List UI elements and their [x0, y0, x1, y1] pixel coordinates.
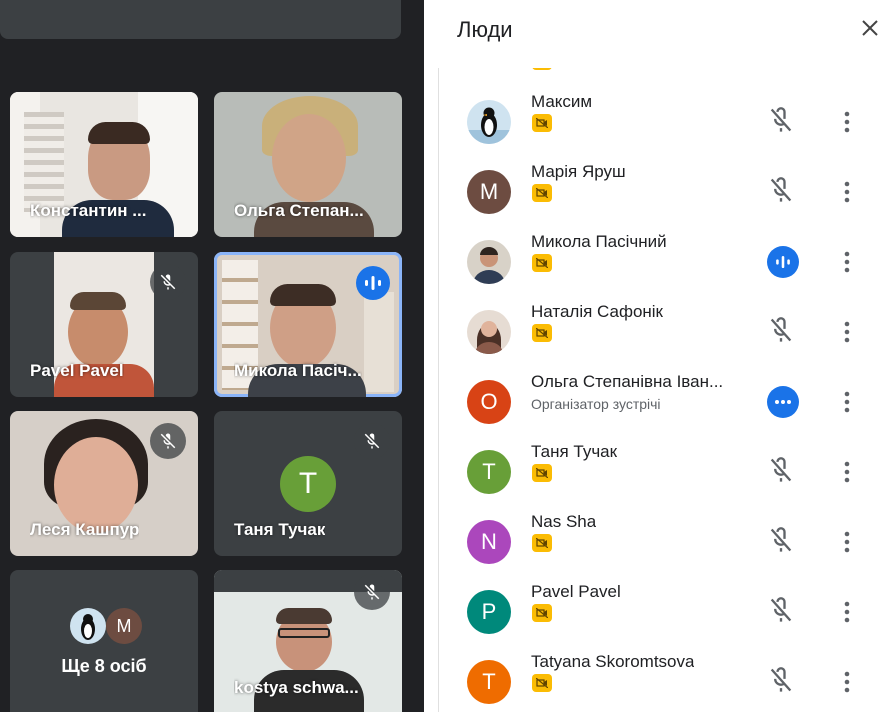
participant-row[interactable]: T Таня Тучак	[439, 442, 886, 520]
avatar: P	[467, 590, 511, 634]
participant-name: Nas Sha	[531, 512, 597, 531]
tile-name: Ольга Степан...	[234, 201, 364, 220]
participant-row[interactable]: Микола Пасічний	[439, 232, 886, 310]
more-options-icon[interactable]	[835, 668, 859, 696]
tile-name: Константин ...	[30, 201, 147, 220]
more-options-icon[interactable]	[835, 248, 859, 276]
participant-row[interactable]: P Pavel Pavel	[439, 582, 886, 660]
video-tile-active[interactable]: Микола Пасіч...	[214, 252, 402, 397]
avatar: О	[467, 380, 511, 424]
avatar	[467, 310, 511, 354]
avatar: M	[106, 608, 142, 644]
more-options-icon[interactable]	[835, 318, 859, 346]
participant-name: Максим	[531, 92, 593, 111]
mic-off-icon	[150, 264, 186, 300]
video-tile[interactable]: T Таня Тучак	[214, 411, 402, 556]
speaking-icon	[356, 266, 390, 300]
video-tile[interactable]: kostya schwa...	[214, 570, 402, 712]
participant-name: Микола Пасічний	[531, 232, 667, 251]
video-tile[interactable]: Константин ...	[10, 92, 198, 237]
more-options-icon[interactable]	[835, 458, 859, 486]
mic-off-icon	[354, 574, 390, 610]
more-options-icon[interactable]	[835, 178, 859, 206]
more-people-label: Ще 8 осіб	[61, 656, 147, 676]
participant-row[interactable]: T Tatyana Skoromtsova	[439, 652, 886, 712]
tile-name: Микола Пасіч...	[234, 361, 362, 380]
camera-off-icon	[532, 534, 552, 552]
more-options-icon[interactable]	[835, 528, 859, 556]
participant-name: Ольга Степанівна Іван...	[531, 372, 724, 391]
participant-name: Марія Яруш	[531, 162, 626, 181]
participant-name: Таня Тучак	[531, 442, 618, 461]
more-options-icon[interactable]	[835, 388, 859, 416]
participant-row[interactable]: О Ольга Степанівна Іван... Організатор з…	[439, 372, 886, 450]
participant-face	[272, 114, 346, 202]
tile-name: Таня Тучак	[234, 520, 326, 539]
more-horiz-icon	[767, 386, 799, 418]
mic-off-icon	[767, 596, 795, 624]
video-tile[interactable]: Леся Кашпур	[10, 411, 198, 556]
people-panel: Люди Максим M Марія Яруш Микола Пасічний…	[424, 0, 886, 712]
camera-off-icon	[532, 674, 552, 692]
participant-name: Наталія Сафонік	[531, 302, 663, 321]
mic-off-icon	[767, 666, 795, 694]
avatar	[70, 608, 106, 644]
tile-name: Леся Кашпур	[30, 520, 140, 539]
camera-off-icon	[532, 114, 552, 132]
camera-off-icon	[532, 324, 552, 342]
top-bar	[0, 0, 401, 39]
participant-row[interactable]: Максим	[439, 92, 886, 170]
avatar: M	[467, 170, 511, 214]
mic-off-icon	[767, 106, 795, 134]
participant-name: Tatyana Skoromtsova	[531, 652, 695, 671]
camera-off-icon	[532, 68, 552, 70]
tile-name: Pavel Pavel	[30, 361, 124, 380]
avatar: T	[467, 660, 511, 704]
mic-off-icon	[767, 316, 795, 344]
participant-face	[54, 437, 138, 533]
camera-off-icon	[532, 604, 552, 622]
speaking-icon	[767, 246, 799, 278]
more-options-icon[interactable]	[835, 108, 859, 136]
panel-title: Люди	[457, 17, 513, 42]
video-tile[interactable]: Pavel Pavel	[10, 252, 198, 397]
participant-row[interactable]: Наталія Сафонік	[439, 302, 886, 380]
avatar: T	[280, 456, 336, 512]
avatar	[467, 100, 511, 144]
avatar: N	[467, 520, 511, 564]
organizer-label: Організатор зустрічі	[531, 396, 661, 412]
mic-off-icon	[767, 456, 795, 484]
close-icon[interactable]	[858, 16, 882, 40]
participant-name: Pavel Pavel	[531, 582, 621, 601]
camera-off-icon	[532, 184, 552, 202]
participant-row[interactable]: N Nas Sha	[439, 512, 886, 590]
more-people-tile[interactable]: M Ще 8 осіб	[10, 570, 198, 712]
glasses	[278, 628, 330, 638]
participant-row[interactable]: M Марія Яруш	[439, 162, 886, 240]
video-stage: Константин ... Ольга Степан... Pavel Pav…	[0, 0, 424, 712]
avatar: T	[467, 450, 511, 494]
tile-name: kostya schwa...	[234, 678, 359, 697]
mic-off-icon	[767, 526, 795, 554]
more-options-icon[interactable]	[835, 598, 859, 626]
camera-off-icon	[532, 464, 552, 482]
mic-off-icon	[767, 176, 795, 204]
participant-list: Максим M Марія Яруш Микола Пасічний Ната…	[438, 68, 886, 712]
camera-off-icon	[532, 254, 552, 272]
video-tile[interactable]: Ольга Степан...	[214, 92, 402, 237]
mic-off-icon	[354, 423, 390, 459]
avatar	[467, 240, 511, 284]
mic-off-icon	[150, 423, 186, 459]
